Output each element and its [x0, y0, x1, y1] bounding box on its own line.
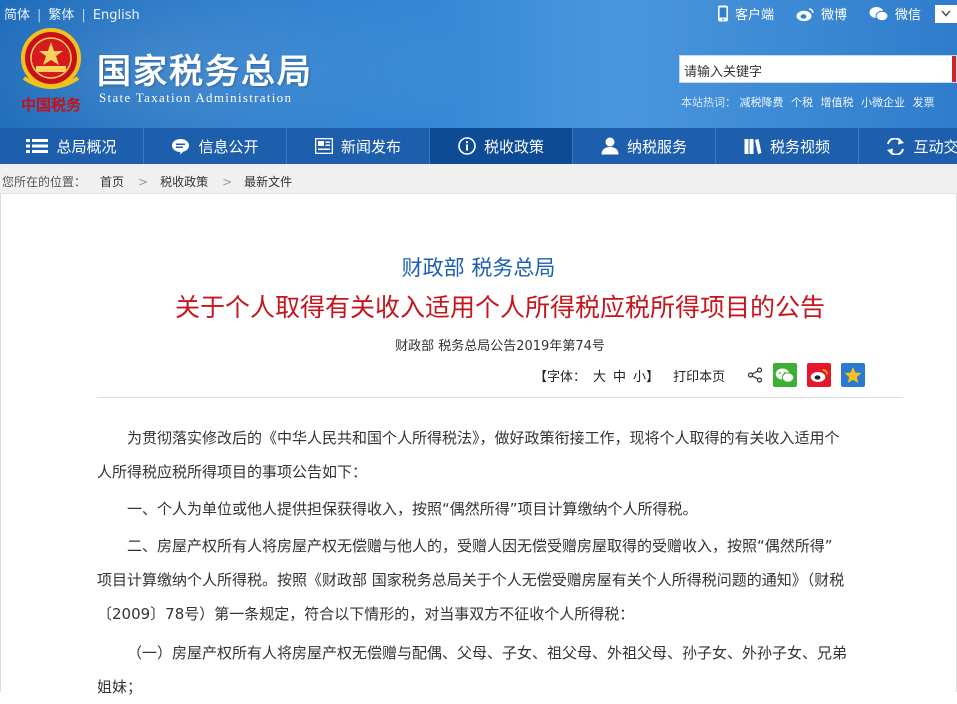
nav-label: 互动交流 — [913, 137, 957, 156]
breadcrumb-home[interactable]: 首页 — [100, 175, 124, 189]
search-button[interactable] — [952, 56, 956, 82]
article-issuer: 财政部 税务总局 — [401, 256, 556, 280]
hot-words-label: 本站热词： — [681, 96, 736, 109]
hot-word[interactable]: 减税降费 — [740, 96, 784, 109]
search-input[interactable]: 请输入关键字 — [679, 55, 957, 83]
client-label: 客户端 — [734, 8, 774, 23]
hot-word[interactable]: 小微企业 — [861, 96, 905, 109]
nav-item-info-disclosure[interactable]: 信息公开 — [144, 128, 287, 164]
weibo-icon — [810, 369, 828, 382]
nav-item-news[interactable]: 新闻发布 — [287, 128, 430, 164]
refresh-icon — [887, 137, 905, 155]
nav-label: 纳税服务 — [626, 137, 687, 156]
nav-item-tax-video[interactable]: 税务视频 — [716, 128, 859, 164]
article-paragraph: 为贯彻落实修改后的《中华人民共和国个人所得税法》，做好政策衔接工作，现将个人取得… — [127, 429, 840, 447]
share-wechat-button[interactable] — [773, 363, 798, 387]
mobile-icon — [717, 5, 728, 22]
hot-word[interactable]: 发票 — [913, 96, 935, 109]
language-switcher: 简体 | 繁体 | English — [4, 4, 140, 23]
nav-label: 总局概况 — [56, 137, 117, 156]
info-circle-icon — [458, 137, 476, 155]
collapse-toggle[interactable] — [935, 4, 957, 23]
print-button[interactable]: 打印本页 — [673, 366, 725, 385]
lang-traditional[interactable]: 繁体 — [48, 8, 74, 23]
nav-label: 新闻发布 — [340, 137, 401, 156]
font-size-prefix: 【字体： — [534, 369, 587, 385]
lang-simplified[interactable]: 简体 — [4, 8, 30, 23]
site-title: 国家税务总局 — [97, 52, 313, 92]
weibo-link[interactable]: 微博 — [796, 4, 847, 23]
share-qzone-button[interactable] — [841, 363, 866, 387]
site-header: 简体 | 繁体 | English 客户端 微博 微信 中国税务 国家税务总局 Stat… — [0, 0, 957, 128]
wechat-link[interactable]: 微信 — [869, 4, 921, 23]
hot-word[interactable]: 增值税 — [821, 96, 854, 109]
article-paragraph: 〔2009〕78号）第一条规定，符合以下情形的，对当事双方不征收个人所得税： — [97, 605, 635, 623]
site-title-english: State Taxation Administration — [99, 90, 293, 105]
menu-list-icon — [26, 139, 49, 153]
font-size-suffix: 】 — [646, 369, 660, 385]
document-number: 财政部 税务总局公告2019年第74号 — [395, 339, 605, 354]
breadcrumb-separator: > — [138, 175, 149, 189]
lang-separator: | — [81, 8, 86, 23]
nav-label: 税收政策 — [483, 137, 544, 156]
nav-item-tax-policy[interactable]: 税收政策 — [430, 128, 573, 164]
emblem-text: 中国税务 — [21, 96, 82, 114]
hot-words: 本站热词： 减税降费 个税 增值税 小微企业 发票 — [681, 94, 939, 110]
search-placeholder: 请输入关键字 — [684, 65, 763, 80]
weibo-label: 微博 — [820, 8, 847, 23]
book-icon — [744, 138, 762, 154]
font-size-small[interactable]: 小 — [633, 366, 646, 385]
nav-label: 信息公开 — [198, 137, 259, 156]
content-divider — [97, 397, 903, 398]
font-size-large[interactable]: 大 — [593, 366, 606, 385]
national-emblem-logo: 中国税务 — [21, 28, 82, 114]
breadcrumb-separator: > — [222, 175, 233, 189]
article-paragraph: 人所得税应税所得项目的事项公告如下： — [97, 463, 368, 481]
breadcrumb-tax-policy[interactable]: 税收政策 — [160, 175, 208, 189]
chevron-down-icon — [941, 10, 951, 17]
lang-english[interactable]: English — [93, 8, 140, 23]
article-paragraph: 项目计算缴纳个人所得税。按照《财政部 国家税务总局关于个人无偿受赠房屋有关个人所… — [97, 571, 845, 589]
wechat-label: 微信 — [894, 8, 921, 23]
lang-separator: | — [37, 8, 42, 23]
nav-item-interaction[interactable]: 互动交流 — [859, 128, 957, 164]
article-paragraph: （一）房屋产权所有人将房屋产权无偿赠与配偶、父母、子女、祖父母、外祖父母、孙子女… — [127, 644, 848, 662]
share-icon — [747, 367, 763, 383]
nav-label: 税务视频 — [769, 137, 830, 156]
user-icon — [601, 137, 619, 155]
article-title: 关于个人取得有关收入适用个人所得税应税所得项目的公告 — [174, 293, 825, 322]
share-button[interactable] — [747, 367, 763, 383]
font-size-medium[interactable]: 中 — [613, 366, 626, 385]
hot-word[interactable]: 个税 — [791, 96, 813, 109]
wechat-icon — [869, 6, 889, 21]
nav-item-overview[interactable]: 总局概况 — [0, 128, 144, 164]
breadcrumb-latest-files[interactable]: 最新文件 — [244, 175, 292, 189]
newspaper-icon — [314, 138, 333, 154]
main-nav: 总局概况 信息公开 新闻发布 税收政策 纳税服务 税务视频 互动交流 — [0, 128, 957, 164]
star-icon — [844, 367, 862, 383]
article-paragraph: 二、房屋产权所有人将房屋产权无偿赠与他人的，受赠人因无偿受赠房屋取得的受赠收入，… — [127, 537, 833, 555]
article-paragraph: 姐妹； — [97, 678, 143, 696]
article-tools: 【字体： 大 中 小 】 打印本页 — [534, 362, 866, 388]
chat-bubble-icon — [172, 138, 190, 154]
top-links: 客户端 微博 微信 — [695, 4, 957, 23]
nav-item-tax-service[interactable]: 纳税服务 — [573, 128, 716, 164]
share-weibo-button[interactable] — [807, 363, 832, 387]
breadcrumb-label: 您所在的位置： — [2, 175, 87, 189]
breadcrumb: 您所在的位置： 首页 > 税收政策 > 最新文件 — [0, 164, 957, 194]
client-link[interactable]: 客户端 — [717, 4, 774, 23]
weibo-icon — [796, 7, 814, 21]
wechat-icon — [775, 368, 795, 383]
article-paragraph: 一、个人为单位或他人提供担保获得收入，按照“偶然所得”项目计算缴纳个人所得税。 — [127, 500, 698, 518]
